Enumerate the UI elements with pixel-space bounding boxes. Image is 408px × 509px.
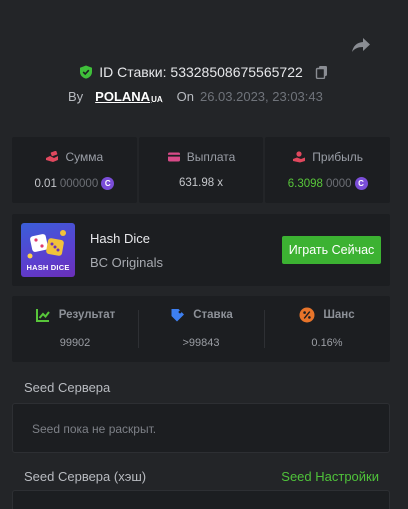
- stat-amount-value: 0.01: [34, 177, 57, 190]
- card-icon: [167, 152, 180, 162]
- share-icon: [352, 38, 370, 52]
- user-suffix: UA: [151, 94, 163, 104]
- result-target: Ставка >99843: [138, 296, 264, 362]
- result-target-value: >99843: [182, 337, 220, 349]
- game-provider: BC Originals: [90, 255, 163, 270]
- result-chance-label: Шанс: [323, 309, 355, 321]
- percent-icon: [299, 307, 315, 323]
- user-name: POLANA: [95, 88, 151, 104]
- stat-payout-label: Выплата: [186, 150, 236, 164]
- coin-icon: C: [354, 177, 368, 190]
- stat-amount-value-dim: 000000: [59, 177, 99, 190]
- server-seed-text: Seed пока не раскрыт.: [32, 422, 157, 436]
- stat-payout-value: 631.98 x: [178, 177, 224, 189]
- game-name[interactable]: Hash Dice: [90, 231, 150, 246]
- user-link[interactable]: POLANAUA: [95, 89, 162, 104]
- stat-profit-value-dim: 0000: [325, 177, 352, 190]
- stat-amount: Сумма 0.01 000000 C: [12, 137, 137, 203]
- bet-author-row: By POLANAUA On 26.03.2023, 23:03:43: [68, 86, 323, 106]
- tag-icon: [171, 309, 185, 322]
- seed-settings-link[interactable]: Seed Настройки: [281, 469, 379, 484]
- stat-profit-value: 6.3098: [287, 177, 323, 190]
- bet-date: 26.03.2023, 23:03:43: [199, 88, 323, 104]
- on-label: On: [176, 88, 194, 104]
- game-thumbnail[interactable]: HASH DICE: [21, 223, 75, 277]
- result-chart-icon: [35, 309, 50, 322]
- result-chance-value: 0.16%: [311, 337, 343, 349]
- server-seed-hash-label: Seed Сервера (хэш): [24, 469, 147, 484]
- server-seed-hash-field[interactable]: [12, 490, 390, 509]
- result-outcome-label: Результат: [58, 309, 116, 321]
- stat-payout: Выплата 631.98 x: [138, 137, 264, 203]
- bet-id-text: ID Ставки: 53328508675565722: [99, 64, 303, 80]
- game-thumb-label: HASH DICE: [26, 263, 70, 272]
- result-chance: Шанс 0.16%: [264, 296, 390, 362]
- game-card: HASH DICE Hash Dice BC Originals Играть …: [12, 214, 390, 286]
- money-hand-icon: [46, 151, 59, 162]
- result-target-label: Ставка: [193, 309, 233, 321]
- server-seed-label: Seed Сервера: [24, 380, 111, 395]
- result-outcome: Результат 99902: [12, 296, 138, 362]
- play-now-button[interactable]: Играть Сейчас: [282, 236, 381, 264]
- profit-hand-icon: [293, 151, 306, 163]
- coin-icon: C: [101, 177, 115, 190]
- copy-icon[interactable]: [315, 65, 329, 79]
- stat-profit-label: Прибыль: [312, 150, 364, 164]
- server-seed-field[interactable]: Seed пока не раскрыт.: [12, 403, 390, 453]
- by-label: By: [68, 88, 84, 104]
- bet-results: Результат 99902 Ставка >99843 Шанс 0.16%: [12, 296, 390, 362]
- stat-amount-label: Сумма: [65, 150, 104, 164]
- result-outcome-value: 99902: [59, 337, 91, 349]
- share-button[interactable]: [349, 34, 373, 56]
- verified-shield-icon: [79, 65, 93, 79]
- bet-id-row: ID Ставки: 53328508675565722: [0, 62, 408, 82]
- bet-stats: Сумма 0.01 000000 C Выплата 631.98 x Приб…: [12, 137, 391, 203]
- stat-profit: Прибыль 6.3098 0000 C: [265, 137, 391, 203]
